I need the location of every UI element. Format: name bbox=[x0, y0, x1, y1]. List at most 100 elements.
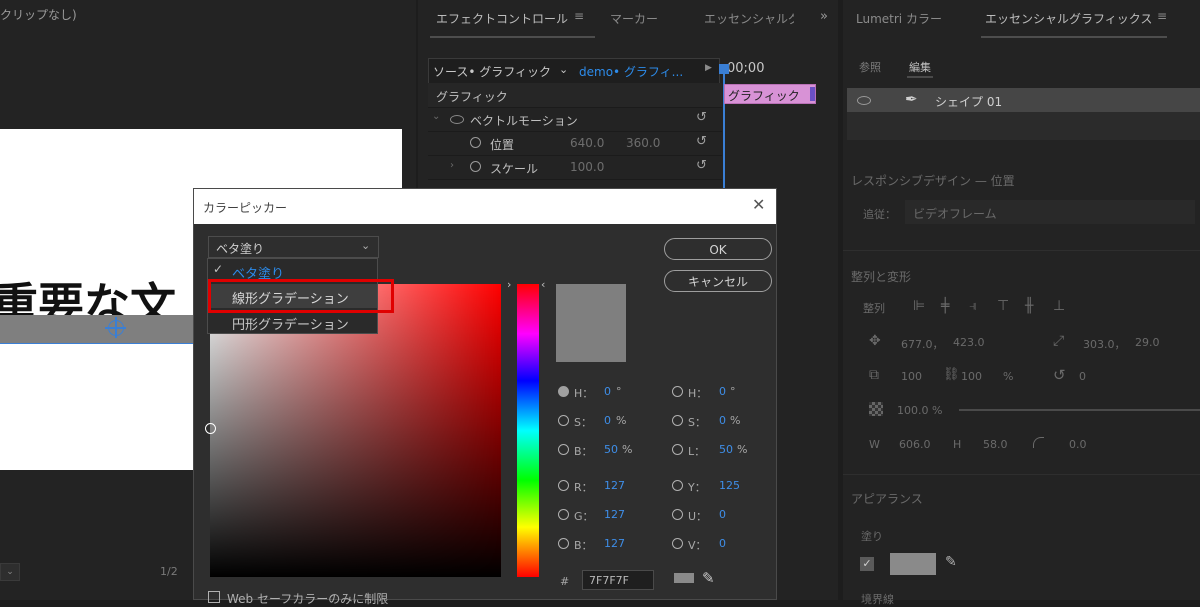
divider bbox=[843, 474, 1200, 475]
fill-checkbox[interactable]: ✓ bbox=[860, 557, 874, 571]
opacity-slider[interactable] bbox=[959, 409, 1200, 411]
y-value[interactable]: 125 bbox=[719, 479, 740, 492]
dropdown-item-radial[interactable]: 円形グラデーション bbox=[208, 311, 377, 333]
r-label: R： bbox=[574, 481, 593, 494]
scale-w-value[interactable]: 100 bbox=[901, 370, 922, 383]
radio-v[interactable] bbox=[672, 538, 683, 549]
tab-markers[interactable]: マーカー bbox=[610, 10, 658, 27]
timecode: 00;00 bbox=[727, 61, 765, 76]
tab-effect-controls[interactable]: エフェクトコントロール bbox=[436, 10, 568, 27]
tab-menu-icon[interactable]: ≡ bbox=[574, 9, 584, 23]
opacity-value[interactable]: 100.0 % bbox=[897, 404, 942, 417]
reset-icon[interactable]: ↺ bbox=[696, 134, 707, 149]
eyedropper-icon[interactable]: ✎ bbox=[945, 554, 957, 570]
u-value[interactable]: 0 bbox=[719, 508, 726, 521]
align-bottom-icon[interactable]: ⊥ bbox=[1053, 298, 1065, 314]
position-x[interactable]: 640.0 bbox=[570, 136, 604, 150]
width-value[interactable]: 606.0 bbox=[899, 438, 931, 451]
s-value[interactable]: 0 bbox=[719, 414, 726, 427]
fill-swatch[interactable] bbox=[890, 553, 936, 575]
tab-menu-icon[interactable]: ≡ bbox=[1157, 9, 1167, 23]
eyedropper-icon[interactable]: ✎ bbox=[702, 569, 715, 587]
tab-essential-graphics[interactable]: エッセンシャルグラフィックス bbox=[985, 10, 1152, 27]
web-safe-checkbox[interactable] bbox=[208, 591, 220, 603]
h-value[interactable]: 0 bbox=[604, 385, 611, 398]
l-unit: % bbox=[737, 443, 748, 456]
ok-button[interactable]: OK bbox=[664, 238, 772, 260]
follow-select[interactable]: ビデオフレーム bbox=[905, 200, 1195, 224]
cancel-button[interactable]: キャンセル bbox=[664, 270, 772, 292]
chevron-right-icon[interactable]: › bbox=[450, 160, 454, 171]
height-value[interactable]: 58.0 bbox=[983, 438, 1008, 451]
reset-icon[interactable]: ↺ bbox=[696, 158, 707, 173]
subtab-browse[interactable]: 参照 bbox=[859, 59, 881, 75]
position-x-value[interactable]: 677.0， bbox=[901, 336, 944, 352]
radio-l-hsl[interactable] bbox=[672, 444, 683, 455]
timeline-clip[interactable]: グラフィック bbox=[724, 84, 816, 104]
position-y-value[interactable]: 423.0 bbox=[953, 336, 985, 349]
source-label[interactable]: ソース• グラフィック bbox=[433, 63, 551, 80]
align-top-icon[interactable]: ⊤ bbox=[997, 298, 1009, 314]
sequence-label[interactable]: demo• グラフィ... bbox=[579, 63, 683, 80]
corner-radius-value[interactable]: 0.0 bbox=[1069, 438, 1087, 451]
align-center-h-icon[interactable]: ╪ bbox=[941, 298, 949, 314]
radio-b-hsb[interactable] bbox=[558, 444, 569, 455]
l-value[interactable]: 50 bbox=[719, 443, 733, 456]
radio-g[interactable] bbox=[558, 509, 569, 520]
rotation-value[interactable]: 0 bbox=[1079, 370, 1086, 383]
position-y[interactable]: 360.0 bbox=[626, 136, 660, 150]
tab-essential[interactable]: エッセンシャルグ bbox=[704, 10, 794, 27]
hue-slider-left-arrow[interactable]: › bbox=[507, 278, 511, 291]
chevron-down-icon[interactable]: ⌄ bbox=[0, 563, 20, 581]
eye-icon[interactable] bbox=[450, 115, 464, 124]
s-value[interactable]: 0 bbox=[604, 414, 611, 427]
align-left-icon[interactable]: ⊫ bbox=[913, 298, 925, 314]
scale-row[interactable]: › スケール 100.0 ↺ bbox=[428, 155, 722, 180]
playhead-marker[interactable] bbox=[719, 64, 729, 74]
layer-row[interactable]: ✒ シェイプ 01 bbox=[847, 88, 1200, 112]
subtab-edit[interactable]: 編集 bbox=[909, 59, 931, 75]
scale-label: スケール bbox=[490, 162, 539, 176]
stopwatch-icon[interactable] bbox=[470, 161, 481, 172]
anchor-y-value[interactable]: 29.0 bbox=[1135, 336, 1160, 349]
panel-overflow-icon[interactable]: » bbox=[820, 9, 828, 24]
radio-b[interactable] bbox=[558, 538, 569, 549]
position-row[interactable]: 位置 640.0 360.0 ↺ bbox=[428, 131, 722, 156]
radio-h-hsb[interactable] bbox=[558, 386, 569, 397]
clip-end-handle[interactable] bbox=[810, 87, 815, 101]
scale-h-value[interactable]: 100 bbox=[961, 370, 982, 383]
eye-icon[interactable] bbox=[857, 96, 871, 105]
radio-h-hsl[interactable] bbox=[672, 386, 683, 397]
hue-slider-right-arrow[interactable]: ‹ bbox=[541, 278, 545, 291]
hue-slider[interactable] bbox=[517, 284, 539, 577]
vector-motion-row[interactable]: ⌄ ベクトルモーション ↺ bbox=[428, 107, 722, 132]
radio-r[interactable] bbox=[558, 480, 569, 491]
hex-input[interactable]: 7F7F7F bbox=[582, 570, 654, 590]
radio-s-hsl[interactable] bbox=[672, 415, 683, 426]
scale-value[interactable]: 100.0 bbox=[570, 160, 604, 174]
r-value[interactable]: 127 bbox=[604, 479, 625, 492]
stopwatch-icon[interactable] bbox=[470, 137, 481, 148]
u-label: U： bbox=[688, 510, 708, 523]
h-value[interactable]: 0 bbox=[719, 385, 726, 398]
radio-s-hsb[interactable] bbox=[558, 415, 569, 426]
b-value[interactable]: 50 bbox=[604, 443, 618, 456]
play-triangle-icon[interactable]: ▶ bbox=[705, 63, 712, 73]
align-right-icon[interactable]: ⫣ bbox=[969, 298, 977, 314]
reset-icon[interactable]: ↺ bbox=[696, 110, 707, 125]
essential-graphics-panel: Lumetri カラー エッセンシャルグラフィックス ≡ 参照 編集 ✒ シェイ… bbox=[843, 0, 1200, 606]
color-field-cursor[interactable] bbox=[205, 423, 216, 434]
tab-lumetri[interactable]: Lumetri カラー bbox=[856, 10, 942, 27]
chevron-down-icon[interactable]: ⌄ bbox=[559, 63, 568, 76]
fill-type-select[interactable]: ベタ塗り ⌄ bbox=[208, 236, 379, 258]
close-icon[interactable]: ✕ bbox=[752, 195, 765, 214]
align-center-v-icon[interactable]: ╫ bbox=[1025, 298, 1033, 314]
chevron-down-icon[interactable]: ⌄ bbox=[432, 111, 440, 122]
link-icon[interactable]: ⛓ bbox=[943, 367, 960, 382]
b-value[interactable]: 127 bbox=[604, 537, 625, 550]
anchor-x-value[interactable]: 303.0， bbox=[1083, 336, 1126, 352]
radio-u[interactable] bbox=[672, 509, 683, 520]
radio-y[interactable] bbox=[672, 480, 683, 491]
g-value[interactable]: 127 bbox=[604, 508, 625, 521]
v-value[interactable]: 0 bbox=[719, 537, 726, 550]
